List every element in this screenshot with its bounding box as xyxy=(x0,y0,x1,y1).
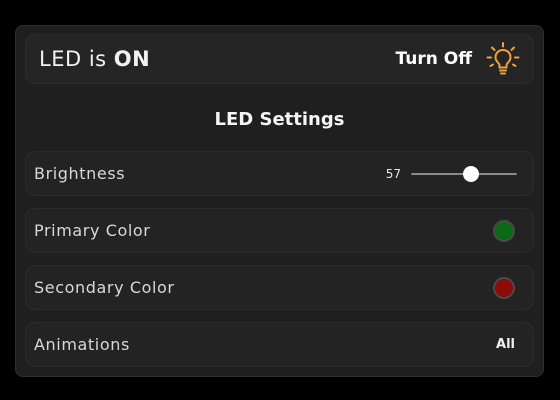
led-status-bar: LED is ON Turn Off xyxy=(25,34,534,84)
lightbulb-icon xyxy=(485,41,521,77)
animations-select-value[interactable]: All xyxy=(496,337,515,352)
brightness-label: Brightness xyxy=(34,164,126,183)
brightness-value: 57 xyxy=(385,166,401,181)
led-status-state: ON xyxy=(113,47,151,71)
secondary-color-swatch[interactable] xyxy=(493,276,515,299)
secondary-color-setting-row: Secondary Color xyxy=(25,265,534,310)
led-status-prefix: LED is xyxy=(39,47,107,71)
led-status-text: LED is ON xyxy=(39,47,150,71)
primary-color-label: Primary Color xyxy=(34,221,151,240)
turn-off-button[interactable]: Turn Off xyxy=(396,41,521,77)
primary-color-swatch[interactable] xyxy=(493,219,515,242)
primary-color-setting-row: Primary Color xyxy=(25,208,534,253)
brightness-slider[interactable] xyxy=(411,165,517,183)
secondary-color-label: Secondary Color xyxy=(34,278,175,297)
animations-setting-row[interactable]: Animations All xyxy=(25,322,534,367)
led-control-panel: LED is ON Turn Off LED Settings Brightne… xyxy=(15,25,544,377)
led-settings-title: LED Settings xyxy=(214,109,345,130)
turn-off-label: Turn Off xyxy=(395,49,472,69)
brightness-slider-thumb[interactable] xyxy=(463,165,480,182)
animations-label: Animations xyxy=(34,335,130,354)
brightness-setting-row: Brightness 57 xyxy=(25,151,534,196)
